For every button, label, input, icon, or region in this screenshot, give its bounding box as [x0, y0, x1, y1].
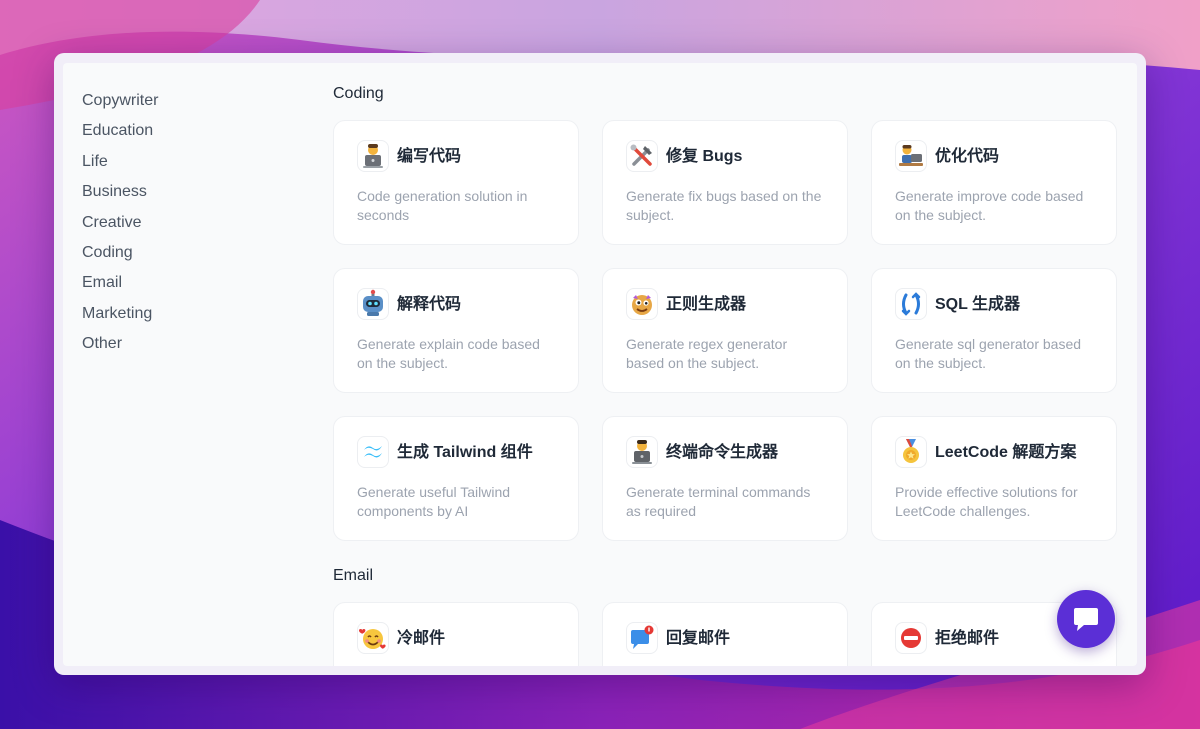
prompt-card[interactable]: 生成 Tailwind 组件 Generate useful Tailwind c… — [333, 416, 579, 541]
prompt-card[interactable]: 正则生成器 Generate regex generator based on t… — [602, 268, 848, 393]
category-sidebar: Copywriter Education Life Business Creative C… — [82, 89, 282, 363]
card-description: Provide effective solutions for LeetCode… — [895, 484, 1078, 519]
laptop-person-icon — [357, 140, 389, 172]
card-description: Generate useful Tailwind components by A… — [357, 484, 511, 519]
prompt-card[interactable]: SQL 生成器 Generate sql generator based on t… — [871, 268, 1117, 393]
robot-icon — [357, 288, 389, 320]
message-notification-icon — [626, 622, 658, 654]
sidebar-item-business[interactable]: Business — [82, 180, 282, 210]
card-description: Code generation solution in seconds — [357, 188, 528, 223]
card-title: 回复邮件 — [666, 630, 731, 647]
desk-person-icon — [895, 140, 927, 172]
monster-icon — [626, 288, 658, 320]
prompt-card[interactable]: 优化代码 Generate improve code based on the s… — [871, 120, 1117, 245]
card-title: 解释代码 — [397, 296, 462, 313]
sidebar-item-other[interactable]: Other — [82, 332, 282, 362]
sidebar-item-copywriter[interactable]: Copywriter — [82, 89, 282, 119]
section-title-coding: Coding — [333, 85, 384, 102]
card-description: Generate terminal commands as required — [626, 484, 811, 519]
card-title: 正则生成器 — [666, 296, 747, 313]
prompt-library: Coding 编写代码 Code generation solution in se… — [333, 63, 1133, 666]
prompt-card[interactable]: 终端命令生成器 Generate terminal commands as req… — [602, 416, 848, 541]
tailwind-icon — [357, 436, 389, 468]
sidebar-item-creative[interactable]: Creative — [82, 211, 282, 241]
card-title: 修复 Bugs — [666, 148, 743, 165]
card-title: 拒绝邮件 — [935, 630, 1000, 647]
tools-icon — [626, 140, 658, 172]
prompt-card[interactable]: LeetCode 解题方案 Provide effective solutions… — [871, 416, 1117, 541]
card-title: 生成 Tailwind 组件 — [397, 444, 533, 461]
card-description: Generate improve code based on the subje… — [895, 188, 1084, 223]
card-title: 终端命令生成器 — [666, 444, 779, 461]
sync-arrows-icon — [895, 288, 927, 320]
hearts-face-icon — [357, 622, 389, 654]
card-description: Generate fix bugs based on the subject. — [626, 188, 822, 223]
terminal-person-icon — [626, 436, 658, 468]
sidebar-item-email[interactable]: Email — [82, 271, 282, 301]
card-title: 冷邮件 — [397, 630, 446, 647]
chat-button[interactable] — [1057, 590, 1115, 648]
sidebar-item-life[interactable]: Life — [82, 150, 282, 180]
prompt-card[interactable]: 编写代码 Code generation solution in seconds — [333, 120, 579, 245]
prompt-card[interactable]: 解释代码 Generate explain code based on the s… — [333, 268, 579, 393]
card-title: 优化代码 — [935, 148, 1000, 165]
card-description: Generate sql generator based on the subj… — [895, 336, 1082, 371]
card-description: Generate regex generator based on the su… — [626, 336, 788, 371]
medal-icon — [895, 436, 927, 468]
card-description: Generate explain code based on the subje… — [357, 336, 540, 371]
sidebar-item-education[interactable]: Education — [82, 119, 282, 149]
card-title: 编写代码 — [397, 148, 462, 165]
card-title: LeetCode 解题方案 — [935, 444, 1077, 461]
prompt-card[interactable]: 回复邮件 — [602, 602, 848, 666]
card-title: SQL 生成器 — [935, 296, 1021, 313]
sidebar-item-coding[interactable]: Coding — [82, 241, 282, 271]
app-window: Copywriter Education Life Business Creative C… — [54, 53, 1146, 675]
chat-bubble-icon — [1074, 608, 1098, 631]
sidebar-item-marketing[interactable]: Marketing — [82, 302, 282, 332]
prompt-card[interactable]: 冷邮件 — [333, 602, 579, 666]
section-title-email: Email — [333, 567, 374, 584]
no-entry-icon — [895, 622, 927, 654]
app-panel: Copywriter Education Life Business Creative C… — [63, 63, 1137, 666]
prompt-card[interactable]: 修复 Bugs Generate fix bugs based on the su… — [602, 120, 848, 245]
